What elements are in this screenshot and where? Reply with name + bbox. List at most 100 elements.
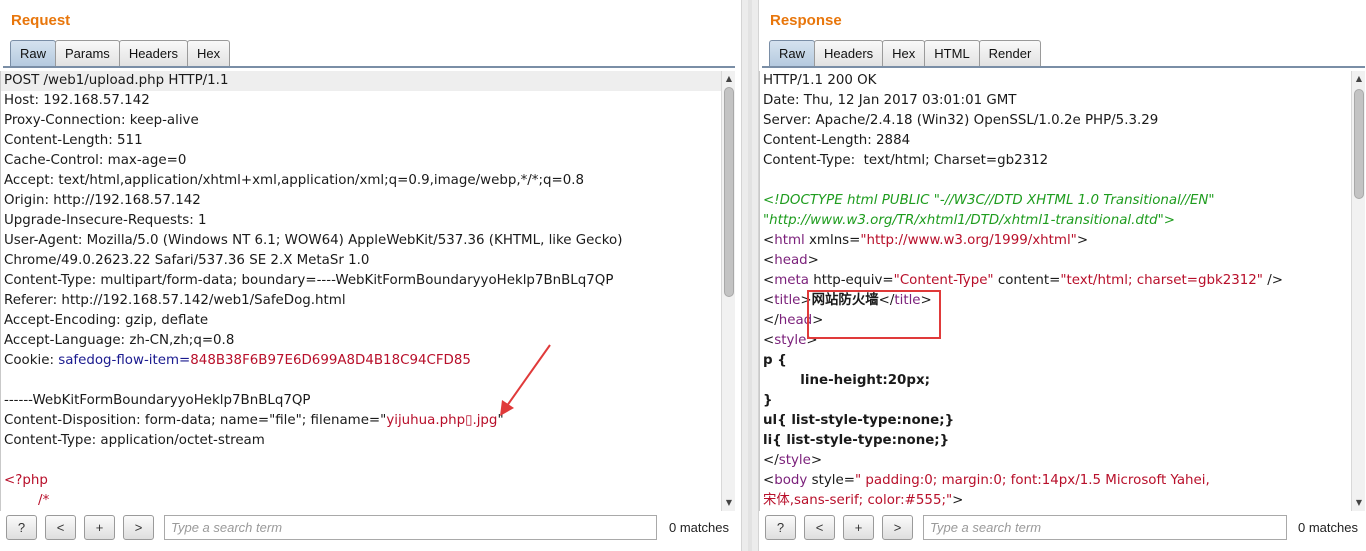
tab-html[interactable]: HTML [924, 40, 980, 66]
code-line: Date: Thu, 12 Jan 2017 03:01:01 GMT [760, 91, 1351, 111]
code-line: Upgrade-Insecure-Requests: 1 [1, 211, 721, 231]
code-token: Referer: http://192.168.57.142/web1/Safe… [4, 293, 346, 308]
search-next-button[interactable]: > [882, 515, 913, 540]
code-token: http-equiv= [808, 273, 894, 288]
code-token: > [807, 253, 819, 268]
code-token: Proxy-Connection: keep-alive [4, 113, 199, 128]
code-token: Server: Apache/2.4.18 (Win32) OpenSSL/1.… [763, 113, 1159, 128]
code-token: " padding:0; margin:0; font:14px/1.5 Mic… [854, 473, 1210, 488]
code-token: xmlns= [804, 233, 861, 248]
code-line: "http://www.w3.org/TR/xhtml1/DTD/xhtml1-… [760, 211, 1351, 231]
tab-raw[interactable]: Raw [769, 40, 816, 67]
code-token: </ [763, 313, 779, 328]
request-editor[interactable]: POST /web1/upload.php HTTP/1.1 Host: 192.… [0, 71, 721, 511]
code-line: POST /web1/upload.php HTTP/1.1 [1, 71, 721, 91]
code-token: line-height:20px; [763, 373, 930, 388]
response-panel: Response Raw Headers Hex HTML Render HTT… [759, 0, 1366, 551]
code-line: <?php [1, 471, 721, 491]
tab-divider [3, 66, 735, 68]
response-scrollbar[interactable]: ▲ ▼ [1351, 71, 1365, 511]
tab-hex[interactable]: Hex [882, 40, 926, 66]
code-token: p { [763, 353, 787, 368]
code-token: Host: 192.168.57.142 [4, 93, 150, 108]
help-button[interactable]: ? [765, 515, 796, 540]
code-line: } [760, 391, 1351, 411]
search-prev-button[interactable]: < [804, 515, 835, 540]
code-line: line-height:20px; [760, 371, 1351, 391]
search-add-button[interactable]: + [84, 515, 115, 540]
scroll-down-icon[interactable]: ▼ [724, 497, 734, 509]
code-token: "text/html; charset=gbk2312" [1060, 273, 1263, 288]
search-next-button[interactable]: > [123, 515, 154, 540]
request-scrollbar[interactable]: ▲ ▼ [721, 71, 735, 511]
code-line: Chrome/49.0.2623.22 Safari/537.36 SE 2.X… [1, 251, 721, 271]
code-token: Content-Type: multipart/form-data; bound… [4, 273, 614, 288]
request-panel: Request Raw Params Headers Hex POST /web… [0, 0, 741, 551]
tab-params[interactable]: Params [55, 40, 120, 66]
tab-headers[interactable]: Headers [118, 40, 188, 66]
help-button[interactable]: ? [6, 515, 37, 540]
response-search-bar: ? < + > Type a search term 0 matches [759, 513, 1366, 543]
code-token: <?php [4, 473, 48, 488]
code-token: User-Agent: Mozilla/5.0 (Windows NT 6.1;… [4, 233, 623, 248]
code-token: POST /web1/upload.php HTTP/1.1 [4, 73, 229, 88]
code-token: "http://www.w3.org/TR/xhtml1/DTD/xhtml1-… [763, 213, 1176, 228]
code-line: Content-Disposition: form-data; name="fi… [1, 411, 721, 431]
code-line: <meta http-equiv="Content-Type" content=… [760, 271, 1351, 291]
code-token: > [1076, 233, 1089, 248]
tab-render[interactable]: Render [978, 40, 1042, 66]
code-line: <head> [760, 251, 1351, 271]
code-token: < [763, 333, 775, 348]
code-token: Content-Length: 2884 [763, 133, 911, 148]
request-title: Request [11, 12, 71, 29]
code-token: Origin: http://192.168.57.142 [4, 193, 201, 208]
panel-splitter[interactable] [741, 0, 759, 551]
scroll-up-icon[interactable]: ▲ [1354, 73, 1364, 85]
code-token: html [774, 233, 805, 248]
code-token: content= [993, 273, 1061, 288]
annotation-highlight-box [807, 290, 941, 339]
scrollbar-thumb[interactable] [724, 87, 734, 297]
tab-hex[interactable]: Hex [186, 40, 231, 66]
code-token: meta [774, 273, 809, 288]
tab-headers[interactable]: Headers [814, 40, 884, 66]
code-token: "http://www.w3.org/1999/xhtml" [860, 233, 1077, 248]
code-line: li{ list-style-type:none;} [760, 431, 1351, 451]
code-token: HTTP/1.1 200 OK [763, 73, 877, 88]
request-search-bar: ? < + > Type a search term 0 matches [0, 513, 741, 543]
code-token: Accept-Encoding: gzip, deflate [4, 313, 209, 328]
search-prev-button[interactable]: < [45, 515, 76, 540]
search-add-button[interactable]: + [843, 515, 874, 540]
code-token: < [763, 253, 775, 268]
scroll-down-icon[interactable]: ▼ [1354, 497, 1364, 509]
code-token: 848B38F6B97E6D699A8D4B18C94CFD85 [190, 353, 471, 368]
annotation-arrow-icon [500, 344, 551, 416]
tab-raw[interactable]: Raw [10, 40, 57, 67]
code-token: Content-Type: application/octet-stream [4, 433, 265, 448]
code-token: Accept: text/html,application/xhtml+xml,… [4, 173, 585, 188]
code-token: yijuhua.php▯.jpg [386, 413, 498, 428]
scroll-up-icon[interactable]: ▲ [724, 73, 734, 85]
response-title: Response [770, 12, 842, 29]
code-line: ul{ list-style-type:none;} [760, 411, 1351, 431]
code-line: Proxy-Connection: keep-alive [1, 111, 721, 131]
search-input[interactable]: Type a search term [923, 515, 1287, 540]
scrollbar-thumb[interactable] [1354, 89, 1364, 199]
code-token: Date: Thu, 12 Jan 2017 03:01:01 GMT [763, 93, 1017, 108]
code-token: head [774, 253, 808, 268]
code-token: < [763, 473, 775, 488]
code-token: ------WebKitFormBoundaryyoHeklp7BnBLq7QP [4, 393, 311, 408]
code-token: safedog-flow-item [58, 353, 180, 368]
request-tabs: Raw Params Headers Hex [10, 40, 231, 67]
code-line: /* [1, 491, 721, 511]
search-input[interactable]: Type a search term [164, 515, 657, 540]
code-line: ------WebKitFormBoundaryyoHeklp7BnBLq7QP [1, 391, 721, 411]
code-token: /> [1262, 273, 1283, 288]
code-token: <!DOCTYPE html PUBLIC "-//W3C//DTD XHTML… [763, 193, 1215, 208]
code-line: Content-Type: application/octet-stream [1, 431, 721, 451]
code-line: Content-Length: 511 [1, 131, 721, 151]
code-token: /* [4, 493, 50, 508]
code-line: p { [760, 351, 1351, 371]
code-token: style [778, 453, 811, 468]
